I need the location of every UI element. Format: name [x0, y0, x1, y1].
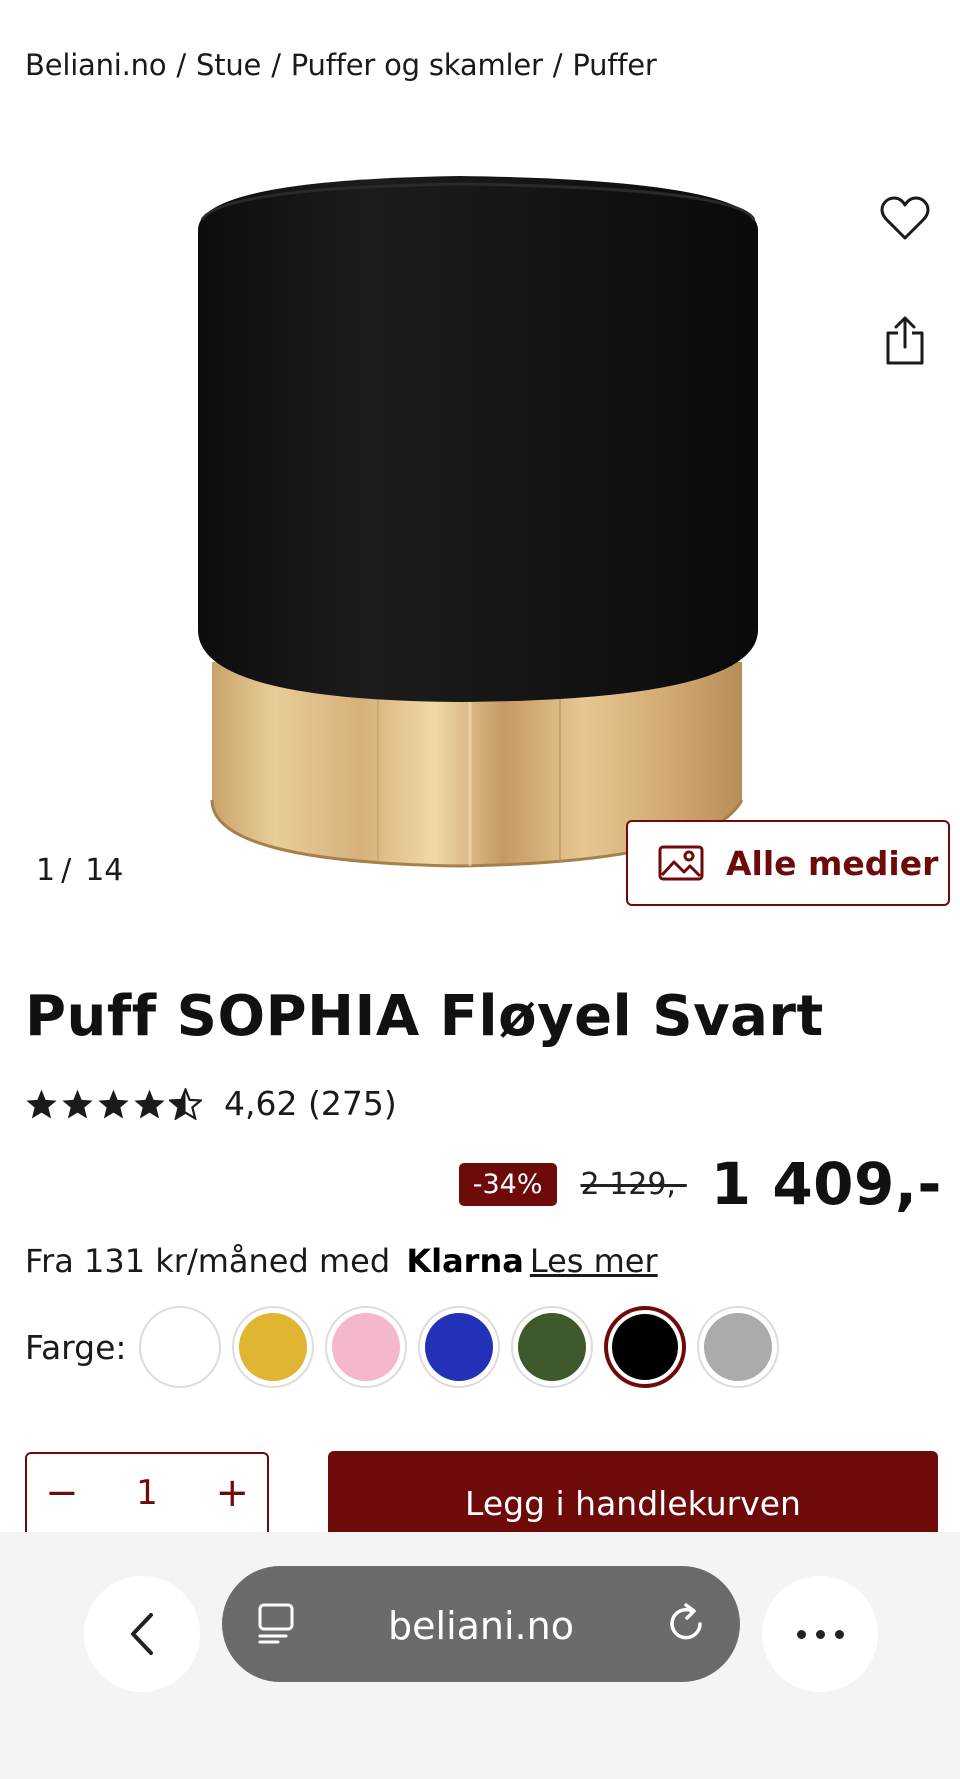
star-full-icon	[62, 1089, 93, 1118]
share-icon	[886, 316, 924, 365]
klarna-financing: Fra 131 kr/måned med Klarna Les mer	[25, 1242, 658, 1280]
breadcrumb-item-home[interactable]: Beliani.no	[25, 48, 167, 82]
url-text: beliani.no	[388, 1604, 574, 1648]
breadcrumb-item-puffer-og-skamler[interactable]: Puffer og skamler	[291, 48, 543, 82]
address-bar[interactable]: beliani.no	[222, 1566, 740, 1682]
share-button[interactable]	[876, 312, 934, 370]
breadcrumb-separator: /	[271, 48, 281, 82]
color-dot	[517, 1313, 586, 1381]
color-swatch-green[interactable]	[510, 1306, 593, 1388]
discount-badge: -34%	[458, 1162, 557, 1206]
color-dot	[703, 1313, 772, 1381]
color-selector: Farge:	[25, 1306, 790, 1388]
all-media-label: Alle medier	[726, 843, 939, 883]
klarna-read-more-link[interactable]: Les mer	[530, 1242, 658, 1280]
color-swatch-blue[interactable]	[417, 1306, 500, 1388]
gallery-counter: 1/ 14	[36, 853, 123, 888]
rating-stars	[25, 1087, 202, 1120]
color-swatch-yellow[interactable]	[231, 1306, 314, 1388]
back-button[interactable]	[84, 1576, 200, 1692]
add-to-cart-label: Legg i handlekurven	[465, 1484, 801, 1523]
color-swatch-pink[interactable]	[324, 1306, 407, 1388]
color-dot	[238, 1313, 307, 1381]
all-media-button[interactable]: Alle medier	[626, 820, 950, 906]
rating-text: 4,62 (275)	[224, 1084, 397, 1123]
klarna-logo: Klarna	[406, 1242, 524, 1280]
quantity-decrease-button[interactable]: −	[45, 1470, 79, 1516]
breadcrumb-separator: /	[552, 48, 563, 82]
favorite-button[interactable]	[876, 190, 934, 248]
star-full-icon	[134, 1089, 165, 1118]
breadcrumb-item-stue[interactable]: Stue	[196, 48, 261, 82]
gallery-total: 14	[85, 853, 124, 888]
current-price: 1 409,-	[710, 1150, 942, 1218]
breadcrumb: Beliani.no / Stue / Puffer og skamler / Puffer	[25, 48, 657, 82]
quantity-stepper: − 1 +	[25, 1452, 269, 1532]
gallery-current: 1	[36, 853, 56, 888]
color-label: Farge:	[25, 1327, 127, 1367]
breadcrumb-item-puffer[interactable]: Puffer	[572, 48, 657, 82]
product-rating[interactable]: 4,62 (275)	[25, 1084, 397, 1123]
color-dot	[331, 1313, 400, 1381]
quantity-value[interactable]: 1	[136, 1473, 158, 1513]
star-full-icon	[98, 1089, 129, 1118]
color-swatch-black[interactable]	[603, 1306, 686, 1388]
color-dot	[611, 1314, 678, 1380]
browser-toolbar: beliani.no	[0, 1532, 960, 1779]
star-full-icon	[26, 1089, 57, 1118]
product-gallery[interactable]	[0, 110, 960, 910]
add-to-cart-button[interactable]: Legg i handlekurven	[328, 1451, 938, 1532]
more-icon	[796, 1629, 844, 1639]
image-icon	[658, 845, 704, 881]
chevron-left-icon	[131, 1613, 153, 1655]
old-price: 2 129,-	[580, 1166, 687, 1202]
breadcrumb-separator: /	[176, 48, 186, 82]
color-dot	[424, 1313, 493, 1381]
heart-icon	[880, 196, 930, 240]
gallery-separator: /	[61, 853, 72, 888]
price-row: -34% 2 129,- 1 409,-	[458, 1150, 942, 1218]
product-image[interactable]	[0, 110, 960, 910]
quantity-increase-button[interactable]: +	[215, 1470, 249, 1516]
more-options-button[interactable]	[762, 1576, 878, 1692]
color-swatch-white[interactable]	[138, 1306, 221, 1388]
color-dot	[145, 1313, 214, 1381]
reload-icon[interactable]	[666, 1600, 710, 1648]
star-half-icon	[169, 1087, 202, 1120]
product-title: Puff SOPHIA Fløyel Svart	[25, 984, 824, 1049]
klarna-text: Fra 131 kr/måned med	[25, 1242, 391, 1280]
color-swatch-grey[interactable]	[696, 1306, 779, 1388]
